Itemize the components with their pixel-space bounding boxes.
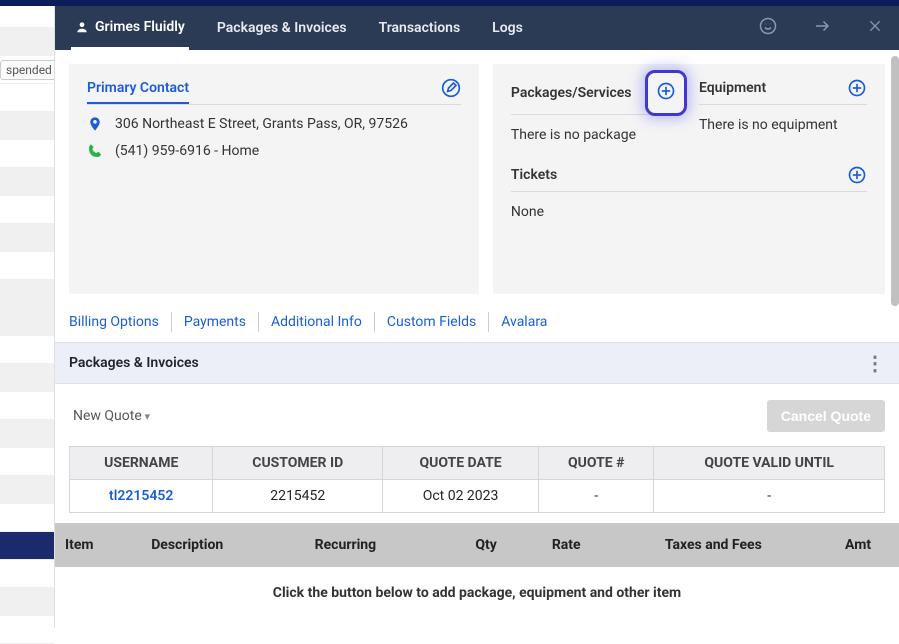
col-customer-id: CUSTOMER ID xyxy=(213,447,383,480)
link-custom-fields[interactable]: Custom Fields xyxy=(375,312,489,332)
phone-icon xyxy=(87,143,103,159)
empty-items-text: Click the button below to add package, e… xyxy=(55,567,899,619)
linecol-amt: Amt xyxy=(817,523,899,567)
scrollbar[interactable] xyxy=(891,56,899,306)
valid-until-cell: - xyxy=(654,480,885,513)
tickets-title: Tickets xyxy=(511,167,557,183)
packages-empty-text: There is no package xyxy=(511,123,679,143)
linecol-recurring: Recurring xyxy=(305,523,450,567)
tab-logs[interactable]: Logs xyxy=(488,7,527,50)
forward-arrow-icon[interactable] xyxy=(807,11,837,46)
add-package-icon[interactable] xyxy=(656,81,676,101)
close-icon[interactable] xyxy=(861,12,889,45)
link-avalara[interactable]: Avalara xyxy=(489,312,559,332)
col-username: USERNAME xyxy=(70,447,213,480)
col-quote-date: QUOTE DATE xyxy=(383,447,539,480)
services-card: Packages/Services There is no package Eq… xyxy=(493,64,885,294)
new-quote-dropdown[interactable]: New Quote xyxy=(69,402,154,430)
tab-grimes-fluidly[interactable]: Grimes Fluidly xyxy=(71,7,189,50)
col-quote-valid-until: QUOTE VALID UNTIL xyxy=(654,447,885,480)
location-pin-icon xyxy=(87,115,103,133)
section-header: Packages & Invoices ⋮ xyxy=(55,342,899,384)
person-icon xyxy=(75,20,89,34)
quote-num-cell: - xyxy=(539,480,654,513)
status-badge: spended xyxy=(0,60,58,80)
modal-tabs: Grimes Fluidly Packages & Invoices Transac… xyxy=(55,6,899,50)
customer-id-cell: 2215452 xyxy=(213,480,383,513)
username-cell[interactable]: tl2215452 xyxy=(70,480,213,513)
table-row: tl2215452 2215452 Oct 02 2023 - - xyxy=(70,480,885,513)
linecol-taxes-and-fees: Taxes and Fees xyxy=(610,523,818,567)
link-billing-options[interactable]: Billing Options xyxy=(69,312,172,332)
section-title-text: Packages & Invoices xyxy=(69,355,199,371)
col-quote-: QUOTE # xyxy=(539,447,654,480)
section-more-icon[interactable]: ⋮ xyxy=(865,357,885,369)
tab-packages-invoices[interactable]: Packages & Invoices xyxy=(213,7,351,50)
linecol-rate: Rate xyxy=(523,523,610,567)
linecol-qty: Qty xyxy=(449,523,523,567)
tickets-empty-text: None xyxy=(511,200,867,220)
link-payments[interactable]: Payments xyxy=(172,312,259,332)
add-equipment-icon[interactable] xyxy=(847,78,867,98)
background-table: spended xyxy=(0,0,54,628)
linkbar: Billing OptionsPaymentsAdditional InfoCu… xyxy=(55,308,899,342)
cancel-quote-button[interactable]: Cancel Quote xyxy=(767,400,885,432)
equipment-title: Equipment xyxy=(699,80,766,96)
linecol-item: Item xyxy=(55,523,141,567)
edit-contact-icon[interactable] xyxy=(441,78,461,98)
contact-address: 306 Northeast E Street, Grants Pass, OR,… xyxy=(115,116,408,132)
contact-card: Primary Contact 306 Northeast E Street, … xyxy=(69,64,479,294)
add-ticket-icon[interactable] xyxy=(847,165,867,185)
smiley-icon[interactable] xyxy=(753,11,783,46)
packages-title: Packages/Services xyxy=(511,85,632,101)
equipment-empty-text: There is no equipment xyxy=(699,113,867,133)
quote-summary-table: USERNAMECUSTOMER IDQUOTE DATEQUOTE #QUOT… xyxy=(69,446,885,513)
linecol-description: Description xyxy=(141,523,304,567)
contact-phone: (541) 959-6916 - Home xyxy=(115,143,259,159)
tab-transactions[interactable]: Transactions xyxy=(375,7,465,50)
line-items-table: ItemDescriptionRecurringQtyRateTaxes and… xyxy=(55,523,899,619)
quote-date-cell: Oct 02 2023 xyxy=(383,480,539,513)
primary-contact-title[interactable]: Primary Contact xyxy=(87,80,189,104)
link-additional-info[interactable]: Additional Info xyxy=(259,312,375,332)
